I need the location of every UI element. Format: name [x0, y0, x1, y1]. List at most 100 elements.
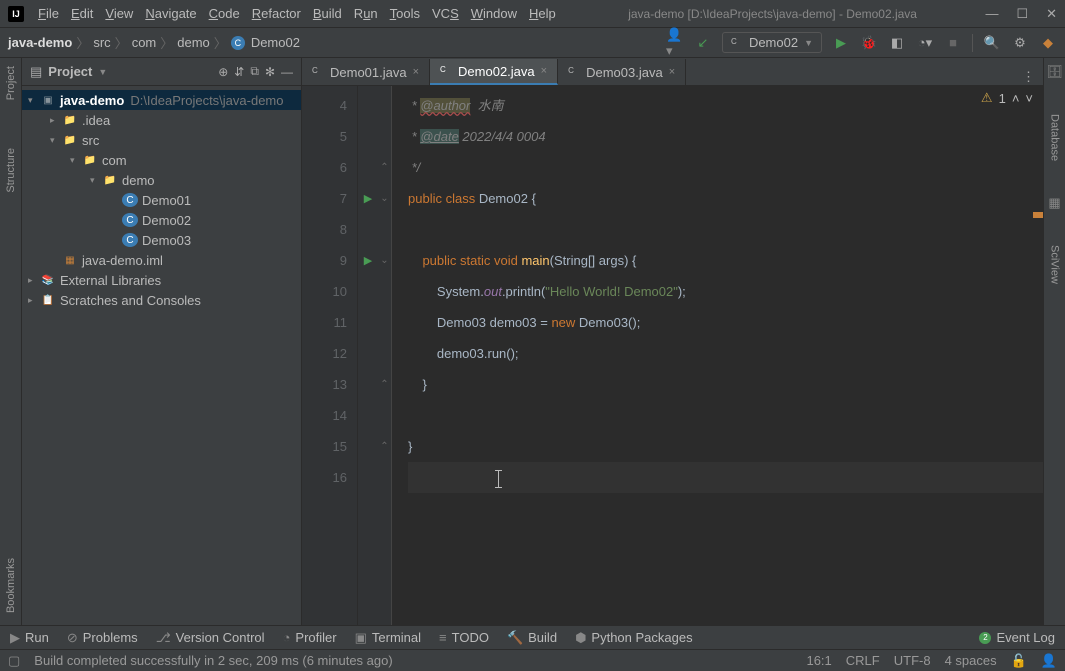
bottom-python[interactable]: ⬢Python Packages — [575, 630, 693, 646]
database-icon[interactable]: 🗄 — [1046, 64, 1063, 80]
build-icon: 🔨 — [507, 630, 523, 646]
expand-all-icon[interactable]: ⇵ — [234, 65, 244, 79]
close-tab-icon[interactable]: × — [669, 66, 675, 78]
tree-scratches[interactable]: ▸📋 Scratches and Consoles — [22, 290, 301, 310]
tab-more-icon[interactable]: ⋮ — [1014, 69, 1043, 85]
run-line-icon[interactable]: ▶ — [364, 254, 372, 267]
tree-demo[interactable]: ▾📁 demo — [22, 170, 301, 190]
event-log-badge: 2 — [979, 632, 991, 644]
run-icon: ▶ — [10, 630, 20, 646]
inspection-badge[interactable]: ⚠ 1 ˄ ˅ — [981, 90, 1033, 106]
status-encoding[interactable]: UTF-8 — [894, 653, 931, 668]
close-tab-icon[interactable]: × — [413, 66, 419, 78]
next-highlight-icon[interactable]: ˅ — [1025, 91, 1033, 106]
code-editor[interactable]: ⚠ 1 ˄ ˅ * @author 水南 * @date 2022/4/4 00… — [392, 86, 1043, 625]
tree-com[interactable]: ▾📁 com — [22, 150, 301, 170]
menu-navigate[interactable]: Navigate — [141, 4, 200, 23]
hide-panel-icon[interactable]: — — [281, 65, 293, 79]
crumb-com[interactable]: com — [132, 35, 157, 50]
bottom-version-control[interactable]: ⎇Version Control — [156, 630, 265, 646]
profile-button[interactable]: ◔▾ — [916, 34, 934, 52]
rail-bookmarks[interactable]: Bookmarks — [5, 554, 17, 617]
tab-demo02[interactable]: C Demo02.java × — [430, 59, 558, 85]
rail-sciview[interactable]: SciView — [1049, 241, 1061, 288]
menu-build[interactable]: Build — [309, 4, 346, 23]
rail-structure[interactable]: Structure — [5, 144, 17, 197]
rail-database[interactable]: Database — [1049, 110, 1061, 165]
todo-icon: ≡ — [439, 630, 447, 645]
run-config-label: Demo02 — [749, 35, 798, 50]
crumb-project[interactable]: java-demo — [8, 35, 72, 50]
tree-demo02[interactable]: CDemo02 — [22, 210, 301, 230]
search-icon[interactable]: 🔍 — [983, 34, 1001, 52]
close-button[interactable]: ✕ — [1046, 6, 1057, 22]
menu-edit[interactable]: Edit — [67, 4, 97, 23]
bottom-todo[interactable]: ≡TODO — [439, 630, 489, 645]
collapse-all-icon[interactable]: ⧉ — [250, 64, 259, 79]
class-icon: C — [568, 66, 580, 78]
panel-settings-icon[interactable]: ✻ — [265, 65, 275, 79]
class-icon: C — [440, 65, 452, 77]
debug-button[interactable]: 🐞 — [860, 34, 878, 52]
menu-view[interactable]: View — [101, 4, 137, 23]
run-button[interactable]: ▶ — [832, 34, 850, 52]
add-user-icon[interactable]: 👤▾ — [666, 34, 684, 52]
vcs-icon: ⎇ — [156, 630, 171, 646]
tree-idea[interactable]: ▸📁 .idea — [22, 110, 301, 130]
tree-external-libs[interactable]: ▸📚 External Libraries — [22, 270, 301, 290]
bottom-build[interactable]: 🔨Build — [507, 630, 557, 646]
coverage-button[interactable]: ◧ — [888, 34, 906, 52]
rail-project[interactable]: Project — [5, 62, 17, 104]
run-config-selector[interactable]: C Demo02 ▼ — [722, 32, 822, 53]
menu-help[interactable]: Help — [525, 4, 560, 23]
problems-icon: ⊘ — [67, 630, 78, 646]
bottom-profiler[interactable]: ◔Profiler — [283, 630, 337, 645]
status-indicator-icon[interactable]: ▢ — [8, 653, 20, 669]
tree-demo03[interactable]: CDemo03 — [22, 230, 301, 250]
tree-root[interactable]: ▾▣ java-demo D:\IdeaProjects\java-demo — [22, 90, 301, 110]
tab-demo03[interactable]: C Demo03.java × — [558, 59, 686, 85]
menu-window[interactable]: Window — [467, 4, 521, 23]
sciview-icon[interactable]: ▦ — [1048, 195, 1060, 211]
crumb-src[interactable]: src — [93, 35, 110, 50]
settings-icon[interactable]: ⚙ — [1011, 34, 1029, 52]
crumb-demo[interactable]: demo — [177, 35, 210, 50]
status-readonly-icon[interactable]: 🔓 — [1011, 653, 1027, 669]
status-position[interactable]: 16:1 — [806, 653, 831, 668]
menu-code[interactable]: Code — [205, 4, 244, 23]
menu-run[interactable]: Run — [350, 4, 382, 23]
prev-highlight-icon[interactable]: ˄ — [1012, 91, 1020, 106]
run-gutter: ▶ ▶ — [358, 86, 378, 625]
minimize-button[interactable]: — — [985, 6, 998, 22]
select-opened-icon[interactable]: ⊕ — [218, 65, 228, 79]
bottom-problems[interactable]: ⊘Problems — [67, 630, 138, 646]
menu-refactor[interactable]: Refactor — [248, 4, 305, 23]
tree-iml[interactable]: ▦java-demo.iml — [22, 250, 301, 270]
bottom-run[interactable]: ▶Run — [10, 630, 49, 646]
menu-vcs[interactable]: VCS — [428, 4, 463, 23]
crumb-class[interactable]: Demo02 — [251, 35, 300, 50]
project-view-dropdown[interactable]: ▼ — [98, 67, 107, 77]
bottom-terminal[interactable]: ▣Terminal — [355, 630, 421, 646]
status-memory-icon[interactable]: 👤 — [1041, 653, 1057, 669]
stop-button[interactable]: ■ — [944, 34, 962, 52]
menu-file[interactable]: File — [34, 4, 63, 23]
tree-demo01[interactable]: CDemo01 — [22, 190, 301, 210]
maximize-button[interactable]: ☐ — [1016, 6, 1028, 22]
menu-tools[interactable]: Tools — [386, 4, 424, 23]
status-indent[interactable]: 4 spaces — [945, 653, 997, 668]
main-menu: File Edit View Navigate Code Refactor Bu… — [34, 4, 560, 23]
tab-demo01[interactable]: C Demo01.java × — [302, 59, 430, 85]
project-panel-title: Project — [48, 64, 92, 79]
run-line-icon[interactable]: ▶ — [364, 192, 372, 205]
error-stripe-mark[interactable] — [1033, 212, 1043, 218]
bottom-event-log[interactable]: 2Event Log — [979, 630, 1055, 645]
text-cursor — [498, 470, 499, 488]
close-tab-icon[interactable]: × — [541, 65, 547, 77]
update-icon[interactable]: ↙ — [694, 34, 712, 52]
tree-src[interactable]: ▾📁 src — [22, 130, 301, 150]
app-logo: IJ — [8, 6, 24, 22]
ide-icon[interactable]: ◆ — [1039, 34, 1057, 52]
status-line-sep[interactable]: CRLF — [846, 653, 880, 668]
tree-root-label: java-demo — [60, 93, 124, 108]
